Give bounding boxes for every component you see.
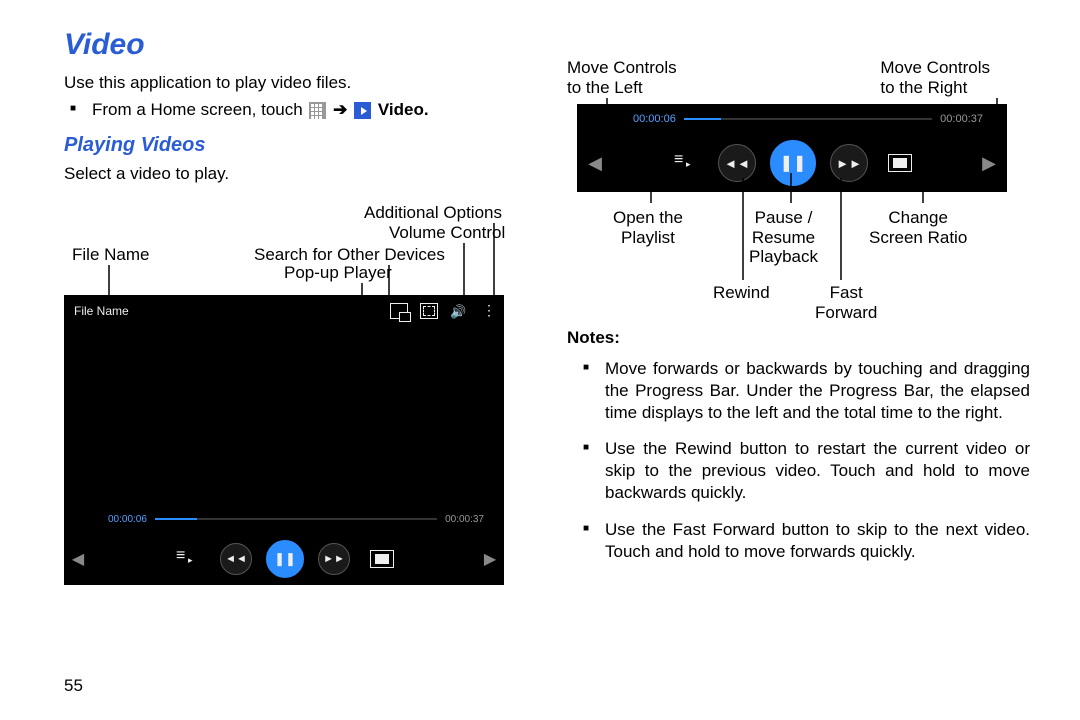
page-number: 55	[64, 676, 83, 696]
rewind-button[interactable]: ◄◄	[718, 144, 756, 182]
label-fast-forward: FastForward	[815, 283, 877, 322]
move-controls-right-icon[interactable]: ▶	[476, 549, 504, 569]
playlist-icon[interactable]	[672, 153, 698, 173]
note-item: Use the Rewind button to restart the cur…	[567, 438, 1030, 504]
screen-ratio-icon[interactable]	[888, 154, 912, 172]
fast-forward-button[interactable]: ►►	[830, 144, 868, 182]
file-name-text: File Name	[74, 304, 378, 318]
apps-grid-icon	[309, 102, 326, 119]
play-pause-button[interactable]: ❚❚	[266, 540, 304, 578]
rewind-button[interactable]: ◄◄	[220, 543, 252, 575]
fast-forward-button[interactable]: ►►	[318, 543, 350, 575]
progress-bar[interactable]	[155, 518, 437, 520]
elapsed-time: 00:00:06	[633, 113, 676, 125]
note-item: Move forwards or backwards by touching a…	[567, 358, 1030, 424]
progress-bar[interactable]	[684, 118, 932, 120]
top-callout-labels: File Name Search for Other Devices Pop-u…	[64, 203, 527, 273]
playlist-icon[interactable]	[174, 549, 200, 569]
progress-bar-row: 00:00:06 00:00:37	[577, 104, 1007, 134]
home-screen-step: From a Home screen, touch ➔ Video.	[64, 100, 527, 120]
label-move-controls-right: Move Controlsto the Right	[880, 58, 990, 97]
controls-closeup: 00:00:06 00:00:37 ◀ ◄◄ ❚❚ ►► ▶	[577, 104, 1007, 192]
move-controls-right-icon[interactable]: ▶	[971, 153, 1007, 174]
label-rewind: Rewind	[713, 283, 770, 303]
label-move-controls-left: Move Controlsto the Left	[567, 58, 677, 97]
label-additional-options: Additional Options	[364, 203, 502, 223]
search-devices-icon[interactable]	[420, 303, 438, 319]
screen-ratio-icon[interactable]	[370, 550, 394, 568]
section-title: Video	[64, 28, 527, 62]
label-change-ratio: ChangeScreen Ratio	[869, 208, 967, 247]
label-volume-control: Volume Control	[389, 223, 505, 243]
intro-text: Use this application to play video files…	[64, 72, 527, 94]
move-controls-left-icon[interactable]: ◀	[64, 549, 92, 569]
arrow-icon: ➔	[333, 100, 352, 119]
more-options-icon[interactable]	[478, 304, 494, 318]
play-pause-button[interactable]: ❚❚	[770, 140, 816, 186]
video-label: Video	[378, 100, 424, 119]
subheading: Playing Videos	[64, 134, 527, 157]
move-controls-left-icon[interactable]: ◀	[577, 153, 613, 174]
total-time: 00:00:37	[445, 514, 484, 525]
label-file-name: File Name	[72, 245, 149, 265]
elapsed-time: 00:00:06	[108, 514, 147, 525]
progress-bar-row: 00:00:06 00:00:37	[64, 505, 504, 533]
volume-icon[interactable]	[450, 304, 466, 318]
video-player-screenshot: File Name 00:00:06 00:00:37 ◀ ◄◄ ❚	[64, 295, 504, 585]
popup-player-icon[interactable]	[390, 303, 408, 319]
label-open-playlist: Open thePlaylist	[613, 208, 683, 247]
label-pause-resume: Pause /ResumePlayback	[749, 208, 818, 267]
label-search-devices: Search for Other Devices	[254, 245, 445, 265]
video-app-icon	[354, 102, 371, 119]
label-popup-player: Pop-up Player	[284, 263, 392, 283]
total-time: 00:00:37	[940, 113, 983, 125]
select-video-text: Select a video to play.	[64, 163, 527, 185]
note-item: Use the Fast Forward button to skip to t…	[567, 519, 1030, 563]
notes-heading: Notes:	[567, 328, 1030, 348]
step-prefix: From a Home screen, touch	[92, 100, 307, 119]
